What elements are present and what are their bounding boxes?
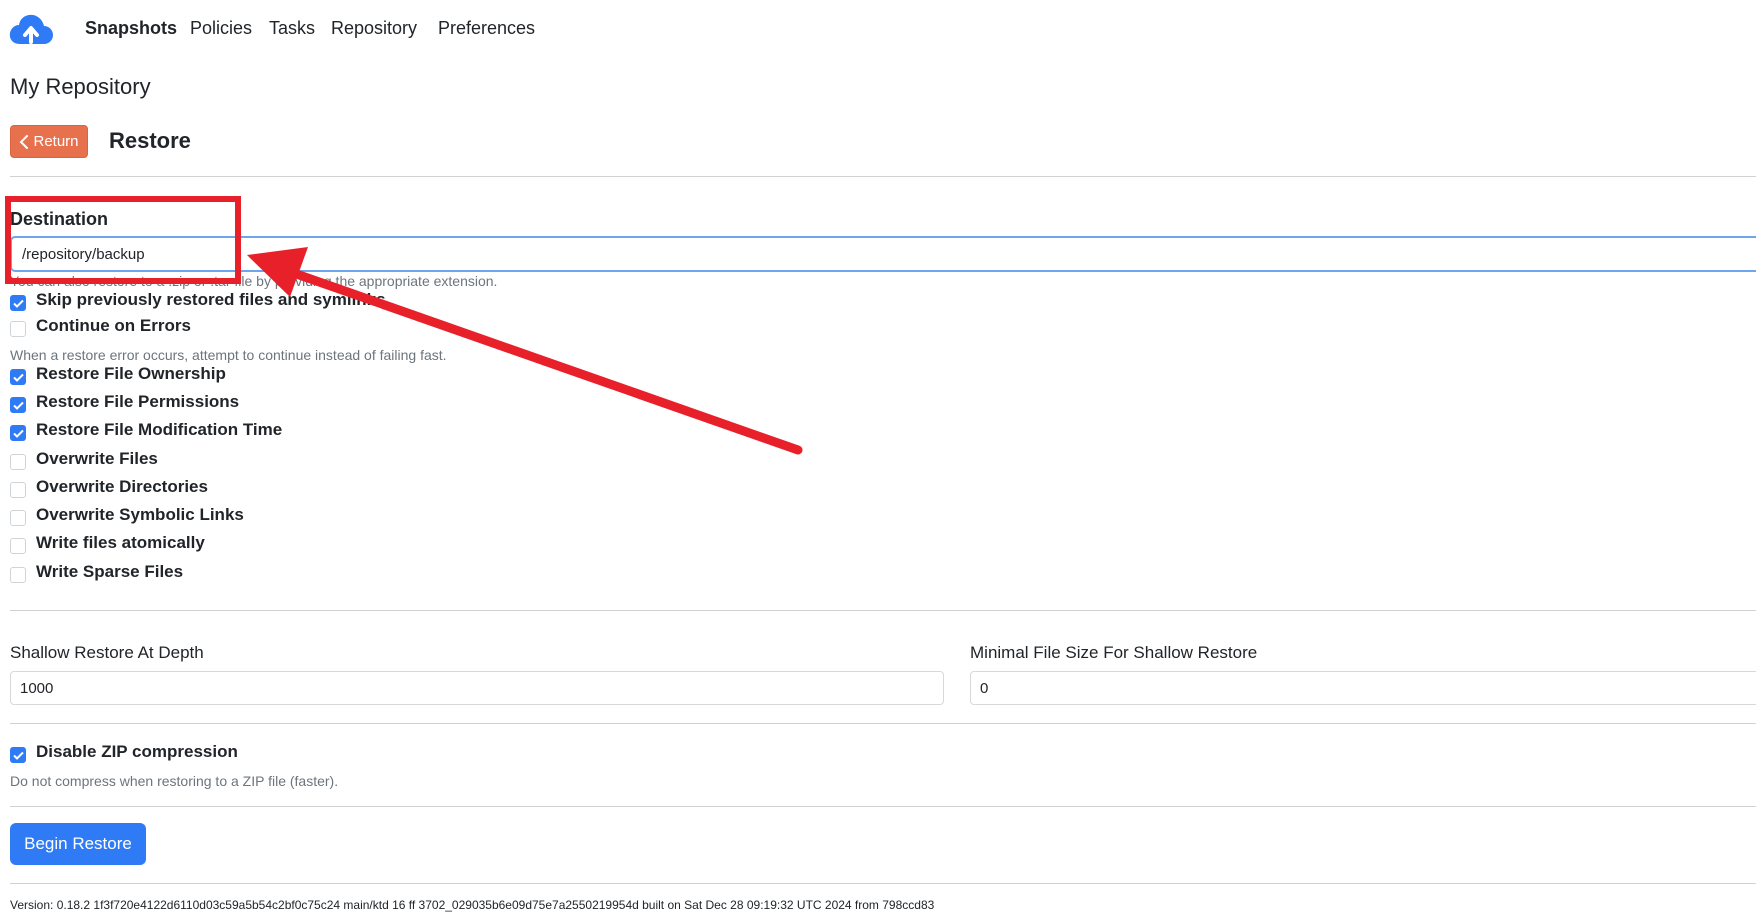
overwrite-directories-label: Overwrite Directories <box>36 477 208 496</box>
nav-snapshots[interactable]: Snapshots <box>85 18 177 39</box>
restore-ownership-checkbox[interactable] <box>10 369 26 385</box>
write-atomically-option[interactable]: Write files atomically <box>10 531 205 555</box>
restore-permissions-option[interactable]: Restore File Permissions <box>10 390 239 414</box>
nav-policies[interactable]: Policies <box>190 18 252 39</box>
continue-on-errors-checkbox[interactable] <box>10 321 26 337</box>
write-sparse-label: Write Sparse Files <box>36 562 184 581</box>
write-atomically-label: Write files atomically <box>36 533 205 552</box>
overwrite-files-label: Overwrite Files <box>36 449 158 468</box>
write-sparse-option[interactable]: Write Sparse Files <box>10 560 183 584</box>
overwrite-symlinks-option[interactable]: Overwrite Symbolic Links <box>10 503 244 527</box>
nav-tasks[interactable]: Tasks <box>269 18 315 39</box>
repository-title: My Repository <box>10 74 151 99</box>
divider <box>10 806 1756 807</box>
restore-mod-time-label: Restore File Modification Time <box>36 420 283 439</box>
restore-mod-time-checkbox[interactable] <box>10 425 26 441</box>
begin-restore-button[interactable]: Begin Restore <box>10 823 146 865</box>
return-button-label: Return <box>33 133 79 150</box>
annotation-arrow-icon <box>247 247 803 455</box>
disable-zip-label: Disable ZIP compression <box>36 742 238 761</box>
chevron-left-icon <box>20 134 29 149</box>
overwrite-files-checkbox[interactable] <box>10 454 26 470</box>
overwrite-symlinks-label: Overwrite Symbolic Links <box>36 505 244 524</box>
divider <box>10 723 1756 724</box>
divider <box>10 176 1756 177</box>
checkmark-icon <box>12 373 24 382</box>
disable-zip-option[interactable]: Disable ZIP compression <box>10 740 238 764</box>
divider <box>10 883 1756 884</box>
min-file-size-label: Minimal File Size For Shallow Restore <box>970 643 1258 662</box>
checkmark-icon <box>12 429 24 438</box>
disable-zip-hint: Do not compress when restoring to a ZIP … <box>10 773 339 789</box>
restore-ownership-label: Restore File Ownership <box>36 364 226 383</box>
cloud-upload-icon[interactable] <box>8 12 54 46</box>
write-atomically-checkbox[interactable] <box>10 538 26 554</box>
skip-restored-checkbox[interactable] <box>10 295 26 311</box>
annotation-highlight-box <box>5 196 241 284</box>
disable-zip-checkbox[interactable] <box>10 747 26 763</box>
skip-restored-label: Skip previously restored files and symli… <box>36 290 386 309</box>
overwrite-files-option[interactable]: Overwrite Files <box>10 447 158 471</box>
page-title: Restore <box>109 128 191 153</box>
checkmark-icon <box>12 751 24 760</box>
overwrite-directories-option[interactable]: Overwrite Directories <box>10 475 208 499</box>
divider <box>10 610 1756 611</box>
continue-on-errors-option[interactable]: Continue on Errors <box>10 314 191 338</box>
overwrite-directories-checkbox[interactable] <box>10 482 26 498</box>
checkmark-icon <box>12 299 24 308</box>
version-info: Version: 0.18.2 1f3f720e4122d6110d03c59a… <box>10 898 935 912</box>
shallow-depth-input[interactable] <box>10 671 944 705</box>
overwrite-symlinks-checkbox[interactable] <box>10 510 26 526</box>
destination-input[interactable] <box>10 236 1756 272</box>
skip-restored-option[interactable]: Skip previously restored files and symli… <box>10 288 386 312</box>
restore-mod-time-option[interactable]: Restore File Modification Time <box>10 418 282 442</box>
restore-permissions-checkbox[interactable] <box>10 397 26 413</box>
write-sparse-checkbox[interactable] <box>10 567 26 583</box>
checkmark-icon <box>12 401 24 410</box>
continue-on-errors-hint: When a restore error occurs, attempt to … <box>10 347 447 363</box>
restore-permissions-label: Restore File Permissions <box>36 392 240 411</box>
min-file-size-input[interactable] <box>970 671 1756 705</box>
nav-repository[interactable]: Repository <box>331 18 417 39</box>
nav-preferences[interactable]: Preferences <box>438 18 535 39</box>
restore-ownership-option[interactable]: Restore File Ownership <box>10 362 226 386</box>
continue-on-errors-label: Continue on Errors <box>36 316 191 335</box>
shallow-depth-label: Shallow Restore At Depth <box>10 643 204 662</box>
return-button[interactable]: Return <box>10 125 88 158</box>
navbar: Snapshots Policies Tasks Repository Pref… <box>0 0 1756 56</box>
